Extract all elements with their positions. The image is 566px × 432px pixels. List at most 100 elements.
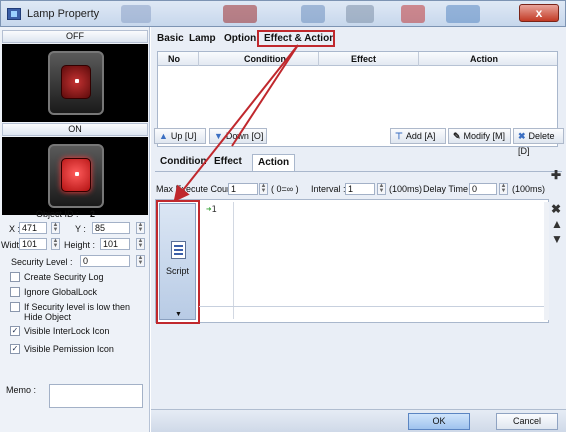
- checkbox-label-line2: Hide Object: [24, 312, 72, 322]
- max-execute-hint: ( 0=∞ ): [271, 184, 299, 194]
- y-spinner[interactable]: ▲ ▼: [136, 222, 145, 234]
- checkbox-label: If Security level is low then: [24, 302, 131, 312]
- object-id-value: 2: [90, 209, 96, 219]
- max-execute-input[interactable]: 1: [228, 183, 258, 195]
- on-state-label: ON: [2, 123, 148, 136]
- col-condition: Condition: [244, 54, 286, 64]
- security-level-input[interactable]: 0: [80, 255, 130, 267]
- checkbox-box[interactable]: [10, 302, 20, 312]
- row-toolbar: ▲ Up [U] ▼ Down [O] ⊤ Add [A] ✎ Modify [M] ✖…: [154, 128, 564, 156]
- off-state-label: OFF: [2, 30, 148, 43]
- subtab-condition[interactable]: Condition: [155, 154, 212, 172]
- checkbox-box[interactable]: [10, 272, 20, 282]
- editor-divider: [199, 306, 549, 307]
- blurred-toolbar-4: [346, 5, 374, 23]
- delay-time-label: Delay Time :: [423, 184, 474, 194]
- interval-input[interactable]: 1: [345, 183, 375, 195]
- blurred-toolbar-3: [301, 5, 325, 23]
- blurred-toolbar-6: [446, 5, 480, 23]
- move-down-icon[interactable]: ▼: [551, 232, 563, 246]
- sub-tabs: Condition Effect Action: [155, 151, 562, 172]
- max-execute-label: Max Execute Count :: [156, 184, 240, 194]
- width-spinner[interactable]: ▲ ▼: [51, 238, 60, 250]
- arrow-up-icon: ▲: [159, 131, 168, 141]
- blurred-toolbar-1: [121, 5, 151, 23]
- add-button-label: Add [A]: [405, 131, 436, 141]
- app-icon: [7, 8, 21, 20]
- y-label: Y :: [75, 224, 86, 234]
- right-panel: Basic Lamp Option Effect & Action No Con…: [151, 27, 566, 432]
- dialog-footer: OK Cancel: [151, 409, 566, 432]
- down-button-label: Down [O]: [225, 131, 264, 141]
- highlight-effect-action-tab: [257, 30, 335, 47]
- modify-button[interactable]: ✎ Modify [M]: [448, 128, 511, 144]
- arrow-down-icon: ▼: [214, 131, 223, 141]
- delay-time-input[interactable]: 0: [469, 183, 497, 195]
- max-execute-spinner[interactable]: ▲ ▼: [259, 183, 268, 195]
- checkbox-box[interactable]: [10, 287, 20, 297]
- checkbox-label: Ignore GlobalLock: [24, 287, 98, 297]
- editor-scrollbar[interactable]: [544, 202, 549, 320]
- col-effect: Effect: [351, 54, 377, 64]
- remove-action-icon[interactable]: ✖: [551, 202, 561, 216]
- move-up-icon[interactable]: ▲: [551, 217, 563, 231]
- off-state-preview[interactable]: [2, 44, 148, 122]
- security-level-spinner[interactable]: ▲ ▼: [136, 255, 145, 267]
- down-button[interactable]: ▼ Down [O]: [209, 128, 267, 144]
- line-number: ➜1: [206, 205, 217, 215]
- delete-icon: ✖: [518, 131, 526, 141]
- blurred-toolbar-5: [401, 5, 425, 23]
- main-tabs: Basic Lamp Option Effect & Action: [151, 30, 566, 50]
- up-button-label: Up [U]: [170, 131, 197, 141]
- tab-lamp[interactable]: Lamp: [189, 33, 216, 44]
- lamp-on-icon: [48, 144, 104, 208]
- checkbox-label: Create Security Log: [24, 272, 104, 282]
- memo-label: Memo :: [6, 385, 37, 395]
- x-spinner[interactable]: ▲ ▼: [51, 222, 60, 234]
- checkbox-label: Visible Pemission Icon: [24, 344, 114, 354]
- checkbox-checked-box[interactable]: ✓: [10, 326, 20, 336]
- tab-basic[interactable]: Basic: [157, 33, 184, 44]
- y-input[interactable]: 85: [92, 222, 130, 234]
- width-input[interactable]: 101: [19, 238, 47, 250]
- checkbox-checked-box[interactable]: ✓: [10, 344, 20, 354]
- left-panel: OFF ON Object ID : 2 X : 471 ▲ ▼ Y : 85 ▲…: [0, 27, 150, 432]
- highlight-script-panel: [156, 200, 200, 324]
- close-button[interactable]: x: [519, 4, 559, 22]
- blurred-toolbar-2: [223, 5, 257, 23]
- modify-button-label: Modify [M]: [463, 131, 506, 141]
- interval-label: Interval :: [311, 184, 346, 194]
- memo-input[interactable]: [49, 384, 143, 408]
- table-header: No Condition Effect Action: [158, 52, 557, 66]
- interval-unit: (100ms): [389, 184, 423, 194]
- interval-spinner[interactable]: ▲ ▼: [377, 183, 386, 195]
- title-bar: Lamp Property x: [0, 0, 566, 27]
- height-spinner[interactable]: ▲ ▼: [136, 238, 145, 250]
- line-number-text: 1: [211, 205, 217, 215]
- col-action: Action: [470, 54, 498, 64]
- subtab-effect[interactable]: Effect: [209, 154, 247, 172]
- lamp-off-icon: [48, 51, 104, 115]
- tab-option[interactable]: Option: [224, 33, 256, 44]
- editor-gutter: ➜1: [198, 202, 234, 319]
- add-icon: ⊤: [395, 131, 403, 141]
- security-level-label: Security Level :: [11, 257, 73, 267]
- checkbox-label: Visible InterLock Icon: [24, 326, 110, 336]
- x-input[interactable]: 471: [19, 222, 47, 234]
- height-label: Height :: [64, 240, 96, 250]
- delete-button[interactable]: ✖ Delete [D]: [513, 128, 564, 156]
- up-button[interactable]: ▲ Up [U]: [154, 128, 206, 144]
- delay-time-unit: (100ms): [512, 184, 546, 194]
- object-id-label: Object ID :: [36, 209, 79, 219]
- window-title: Lamp Property: [27, 8, 100, 20]
- col-no: No: [168, 54, 180, 64]
- delay-time-spinner[interactable]: ▲ ▼: [499, 183, 508, 195]
- add-button[interactable]: ⊤ Add [A]: [390, 128, 446, 144]
- height-input[interactable]: 101: [100, 238, 130, 250]
- on-state-preview[interactable]: [2, 137, 148, 215]
- pencil-icon: ✎: [453, 131, 461, 141]
- subtab-action[interactable]: Action: [252, 154, 296, 172]
- cancel-button[interactable]: Cancel: [496, 413, 558, 430]
- add-action-icon[interactable]: ✚: [551, 168, 561, 182]
- ok-button[interactable]: OK: [408, 413, 470, 430]
